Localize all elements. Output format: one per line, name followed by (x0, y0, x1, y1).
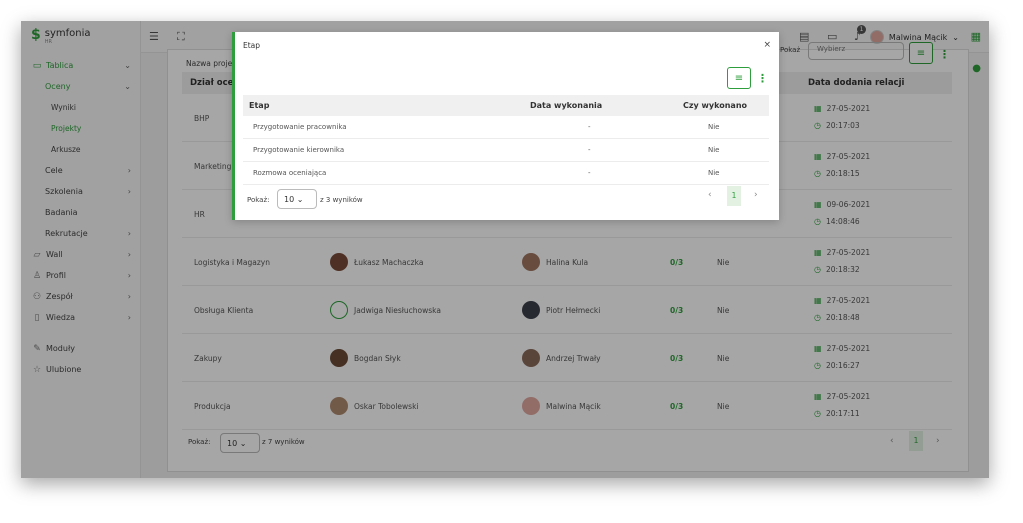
pager-label: Pokaż: (247, 196, 270, 204)
etap-modal: Etap × ≡ ⋮ Etap Data wykonania Czy wykon… (232, 32, 779, 220)
page-size-value: 10 (284, 195, 295, 204)
close-icon[interactable]: × (763, 40, 771, 50)
cell-etap: Przygotowanie kierownika (253, 146, 345, 154)
app-window: $ symfonia HR ▭ Tablica ⌄ Oceny ⌄ Wyniki… (21, 21, 989, 478)
filter-button[interactable]: ≡ (727, 67, 751, 89)
cell-data: - (588, 169, 591, 177)
column-data-wykonania[interactable]: Data wykonania (530, 95, 602, 116)
filter-icon: ≡ (734, 72, 744, 84)
modal-title: Etap (243, 41, 261, 50)
cell-czy: Nie (708, 169, 720, 177)
cell-data: - (588, 123, 591, 131)
cell-etap: Przygotowanie pracownika (253, 123, 347, 131)
cell-etap: Rozmowa oceniająca (253, 169, 327, 177)
table-header: Etap Data wykonania Czy wykonano (243, 95, 769, 116)
table-row[interactable]: Przygotowanie kierownika - Nie (243, 139, 769, 162)
more-options-icon[interactable]: ⋮ (757, 72, 768, 85)
etap-table: Etap Data wykonania Czy wykonano Przygot… (243, 95, 769, 185)
cell-data: - (588, 146, 591, 154)
page-button-active[interactable]: 1 (727, 186, 741, 206)
table-row[interactable]: Przygotowanie pracownika - Nie (243, 116, 769, 139)
pager-summary: z 3 wyników (320, 196, 363, 204)
table-row[interactable]: Rozmowa oceniająca - Nie (243, 162, 769, 185)
cell-czy: Nie (708, 146, 720, 154)
next-page-icon[interactable]: › (754, 190, 758, 200)
prev-page-icon[interactable]: ‹ (708, 190, 712, 200)
column-etap[interactable]: Etap (249, 95, 269, 116)
cell-czy: Nie (708, 123, 720, 131)
page-size-select[interactable]: 10 ⌄ (277, 189, 317, 209)
column-czy-wykonano[interactable]: Czy wykonano (683, 95, 747, 116)
